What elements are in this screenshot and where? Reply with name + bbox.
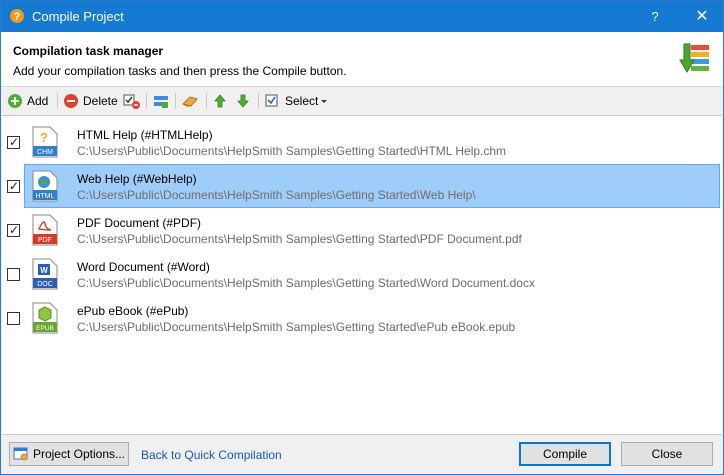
- delete-icon: [64, 94, 78, 108]
- task-list[interactable]: ✓ ? CHM HTML Help (#HTMLHelp) C:\Users\P…: [2, 115, 722, 435]
- html-file-icon: HTML: [32, 170, 58, 202]
- task-name: HTML Help (#HTMLHelp): [77, 128, 213, 142]
- move-up-button[interactable]: [213, 91, 227, 111]
- file-badge: CHM: [37, 149, 53, 156]
- compile-button[interactable]: Compile: [519, 442, 611, 466]
- task-output-path: C:\Users\Public\Documents\HelpSmith Samp…: [77, 276, 535, 290]
- add-icon: [8, 94, 22, 108]
- svg-text:W: W: [40, 266, 48, 275]
- svg-text:?: ?: [14, 11, 21, 23]
- file-badge: PDF: [38, 237, 52, 244]
- delete-checked-icon: [123, 94, 140, 109]
- arrow-down-icon: [237, 94, 249, 108]
- close-button[interactable]: Close: [621, 442, 713, 466]
- toolbar-separator: [57, 93, 58, 109]
- pdf-file-icon: PDF: [32, 214, 58, 246]
- delete-button[interactable]: Delete: [63, 91, 118, 111]
- checklist-icon: [265, 94, 278, 107]
- task-name: ePub eBook (#ePub): [77, 304, 189, 318]
- dropdown-arrow-icon: [321, 100, 328, 103]
- add-button[interactable]: Add: [7, 91, 48, 111]
- task-checkbox[interactable]: ✓: [7, 135, 20, 149]
- task-row[interactable]: ✓ PDF PDF Document (#PDF) C:\Users\Publi…: [2, 208, 722, 252]
- chm-file-icon: ? CHM: [32, 126, 58, 158]
- svg-text:?: ?: [40, 130, 48, 145]
- footer-bar: Project Options... Back to Quick Compila…: [1, 436, 723, 474]
- project-options-label: Project Options...: [32, 447, 126, 461]
- properties-icon: [154, 96, 168, 108]
- task-output-path: C:\Users\Public\Documents\HelpSmith Samp…: [77, 232, 522, 246]
- toolbar-separator: [258, 93, 259, 109]
- clear-button[interactable]: [181, 91, 199, 111]
- toolbar-separator: [206, 93, 207, 109]
- toolbar-separator: [175, 93, 176, 109]
- file-badge: EPUB: [36, 325, 54, 332]
- task-row[interactable]: ✓ ? CHM HTML Help (#HTMLHelp) C:\Users\P…: [2, 120, 722, 164]
- task-checkbox[interactable]: [7, 312, 20, 325]
- project-options-icon: [13, 447, 28, 461]
- select-label: Select: [285, 94, 319, 108]
- window-title: Compile Project: [32, 9, 124, 24]
- arrow-up-icon: [214, 94, 226, 108]
- header-subtitle: Add your compilation tasks and then pres…: [13, 64, 347, 78]
- select-dropdown-button[interactable]: Select: [265, 91, 328, 111]
- task-checkbox[interactable]: ✓: [7, 223, 20, 237]
- add-label: Add: [27, 94, 49, 108]
- file-badge: HTML: [35, 193, 54, 200]
- window-close-button[interactable]: ✕: [681, 1, 723, 32]
- task-row[interactable]: W DOC Word Document (#Word) C:\Users\Pub…: [2, 252, 722, 296]
- delete-checked-button[interactable]: [123, 91, 141, 111]
- toolbar-separator: [146, 93, 147, 109]
- doc-file-icon: W DOC: [32, 258, 58, 290]
- delete-label: Delete: [83, 94, 118, 108]
- help-button[interactable]: ?: [637, 1, 673, 32]
- task-output-path: C:\Users\Public\Documents\HelpSmith Samp…: [77, 144, 507, 158]
- task-name: PDF Document (#PDF): [77, 216, 202, 230]
- task-name: Word Document (#Word): [77, 260, 210, 274]
- task-checkbox[interactable]: ✓: [7, 179, 20, 193]
- title-bar[interactable]: ? Compile Project ? ✕: [1, 1, 723, 32]
- task-row[interactable]: EPUB ePub eBook (#ePub) C:\Users\Public\…: [2, 296, 722, 340]
- back-to-quick-compilation-link[interactable]: Back to Quick Compilation: [141, 448, 282, 462]
- compile-tasks-icon: [679, 43, 709, 73]
- eraser-icon: [182, 96, 198, 107]
- compile-project-dialog: ? Compile Project ? ✕ Compilation task m…: [0, 0, 724, 475]
- properties-button[interactable]: [153, 91, 169, 111]
- move-down-button[interactable]: [236, 91, 250, 111]
- task-name: Web Help (#WebHelp): [77, 172, 197, 186]
- task-output-path: C:\Users\Public\Documents\HelpSmith Samp…: [77, 320, 516, 334]
- header-panel: Compilation task manager Add your compil…: [1, 32, 723, 87]
- task-output-path: C:\Users\Public\Documents\HelpSmith Samp…: [77, 188, 476, 202]
- file-badge: DOC: [37, 281, 53, 288]
- task-row[interactable]: ✓ HTML Web Help (#WebHelp) C:\Users\Publ…: [2, 164, 722, 208]
- epub-file-icon: EPUB: [32, 302, 58, 334]
- task-checkbox[interactable]: [7, 268, 20, 281]
- toolbar: Add Delete Select: [1, 88, 723, 114]
- app-icon: ?: [10, 9, 24, 23]
- header-title: Compilation task manager: [13, 44, 164, 58]
- project-options-button[interactable]: Project Options...: [9, 442, 129, 466]
